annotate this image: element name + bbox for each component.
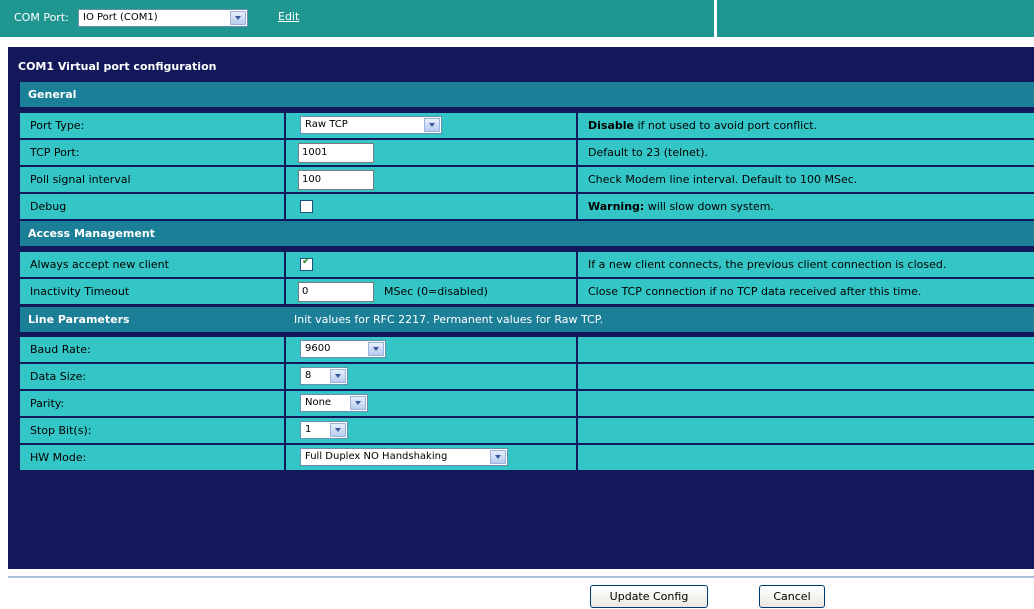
tcp-port-label-cell: TCP Port:	[20, 140, 284, 165]
port-type-label-cell: Port Type:	[20, 113, 284, 138]
debug-note-bold: Warning:	[588, 200, 645, 213]
tcp-port-label: TCP Port:	[30, 146, 80, 159]
parity-label: Parity:	[30, 397, 65, 410]
section-access-title: Access Management	[28, 227, 155, 240]
section-line-title: Line Parameters	[28, 313, 130, 326]
stop-bits-note-cell	[578, 418, 1034, 443]
chevron-down-icon	[330, 423, 346, 437]
inactivity-label-cell: Inactivity Timeout	[20, 279, 284, 304]
hw-mode-note-cell	[578, 445, 1034, 470]
debug-label-cell: Debug	[20, 194, 284, 219]
data-size-input-cell: 8	[286, 364, 576, 389]
port-type-select-value: Raw TCP	[305, 119, 348, 130]
hw-mode-value: Full Duplex NO Handshaking	[305, 451, 448, 462]
poll-interval-input-cell: 100	[286, 167, 576, 192]
inactivity-note-cell: Close TCP connection if no TCP data rece…	[578, 279, 1034, 304]
always-accept-label: Always accept new client	[30, 258, 169, 271]
port-type-input-cell: Raw TCP	[286, 113, 576, 138]
stop-bits-select[interactable]: 1	[300, 421, 348, 439]
poll-interval-note-cell: Check Modem line interval. Default to 10…	[578, 167, 1034, 192]
top-bar: COM Port: IO Port (COM1) Edit	[0, 0, 1034, 37]
always-accept-note-cell: If a new client connects, the previous c…	[578, 252, 1034, 277]
parity-label-cell: Parity:	[20, 391, 284, 416]
com-port-select-value: IO Port (COM1)	[83, 12, 158, 23]
section-general-title: General	[28, 88, 77, 101]
data-size-note-cell	[578, 364, 1034, 389]
stop-bits-input-cell: 1	[286, 418, 576, 443]
port-type-select[interactable]: Raw TCP	[300, 116, 442, 134]
baud-input-cell: 9600	[286, 337, 576, 362]
debug-checkbox[interactable]	[300, 200, 313, 213]
hw-mode-label: HW Mode:	[30, 451, 87, 464]
hw-mode-input-cell: Full Duplex NO Handshaking	[286, 445, 576, 470]
section-line-note: Init values for RFC 2217. Permanent valu…	[294, 313, 604, 326]
baud-label-cell: Baud Rate:	[20, 337, 284, 362]
stop-bits-label-cell: Stop Bit(s):	[20, 418, 284, 443]
baud-rate-value: 9600	[305, 343, 331, 354]
poll-interval-input[interactable]: 100	[298, 170, 374, 190]
edit-link[interactable]: Edit	[278, 10, 299, 23]
com-port-label: COM Port:	[14, 11, 69, 24]
parity-note-cell	[578, 391, 1034, 416]
section-general-header: General	[20, 82, 1034, 107]
section-access-header: Access Management	[20, 221, 1034, 246]
inactivity-label: Inactivity Timeout	[30, 285, 130, 298]
tcp-port-note-cell: Default to 23 (telnet).	[578, 140, 1034, 165]
chevron-down-icon	[490, 450, 506, 464]
port-type-note-text: if not used to avoid port conflict.	[633, 119, 818, 132]
data-size-label: Data Size:	[30, 370, 87, 383]
debug-input-cell	[286, 194, 576, 219]
chevron-down-icon	[230, 11, 246, 25]
update-config-button[interactable]: Update Config	[590, 585, 708, 608]
tcp-port-input-cell: 1001	[286, 140, 576, 165]
hw-mode-label-cell: HW Mode:	[20, 445, 284, 470]
baud-rate-select[interactable]: 9600	[300, 340, 386, 358]
baud-label: Baud Rate:	[30, 343, 91, 356]
debug-label: Debug	[30, 200, 67, 213]
debug-note: Warning: will slow down system.	[588, 200, 774, 213]
always-accept-note: If a new client connects, the previous c…	[588, 258, 947, 271]
stop-bits-value: 1	[305, 424, 312, 435]
always-accept-input-cell	[286, 252, 576, 277]
port-type-label: Port Type:	[30, 119, 85, 132]
section-line-header: Line Parameters Init values for RFC 2217…	[20, 307, 1034, 332]
debug-note-text: will slow down system.	[644, 200, 774, 213]
data-size-select[interactable]: 8	[300, 367, 348, 385]
data-size-label-cell: Data Size:	[20, 364, 284, 389]
parity-select[interactable]: None	[300, 394, 368, 412]
tcp-port-note: Default to 23 (telnet).	[588, 146, 708, 159]
panel-title: COM1 Virtual port configuration	[18, 60, 217, 73]
debug-note-cell: Warning: will slow down system.	[578, 194, 1034, 219]
always-accept-checkbox[interactable]	[300, 256, 313, 271]
inactivity-unit: MSec (0=disabled)	[384, 285, 488, 298]
always-accept-label-cell: Always accept new client	[20, 252, 284, 277]
port-type-note-cell: Disable if not used to avoid port confli…	[578, 113, 1034, 138]
inactivity-note: Close TCP connection if no TCP data rece…	[588, 285, 922, 298]
data-size-value: 8	[305, 370, 312, 381]
chevron-down-icon	[368, 342, 384, 356]
inactivity-input-cell: 0 MSec (0=disabled)	[286, 279, 576, 304]
bottom-divider	[8, 576, 1034, 578]
poll-interval-note: Check Modem line interval. Default to 10…	[588, 173, 858, 186]
chevron-down-icon	[350, 396, 366, 410]
parity-input-cell: None	[286, 391, 576, 416]
tcp-port-input[interactable]: 1001	[298, 143, 374, 163]
poll-interval-label-cell: Poll signal interval	[20, 167, 284, 192]
com-port-select[interactable]: IO Port (COM1)	[78, 9, 248, 27]
topbar-divider	[714, 0, 717, 37]
parity-value: None	[305, 397, 332, 408]
port-type-note: Disable if not used to avoid port confli…	[588, 119, 817, 132]
cancel-button[interactable]: Cancel	[759, 585, 825, 608]
chevron-down-icon	[424, 118, 440, 132]
inactivity-input[interactable]: 0	[298, 282, 374, 302]
poll-interval-label: Poll signal interval	[30, 173, 131, 186]
stop-bits-label: Stop Bit(s):	[30, 424, 92, 437]
chevron-down-icon	[330, 369, 346, 383]
hw-mode-select[interactable]: Full Duplex NO Handshaking	[300, 448, 508, 466]
config-panel: COM1 Virtual port configuration General …	[8, 47, 1034, 569]
port-type-note-bold: Disable	[588, 119, 634, 132]
baud-note-cell	[578, 337, 1034, 362]
